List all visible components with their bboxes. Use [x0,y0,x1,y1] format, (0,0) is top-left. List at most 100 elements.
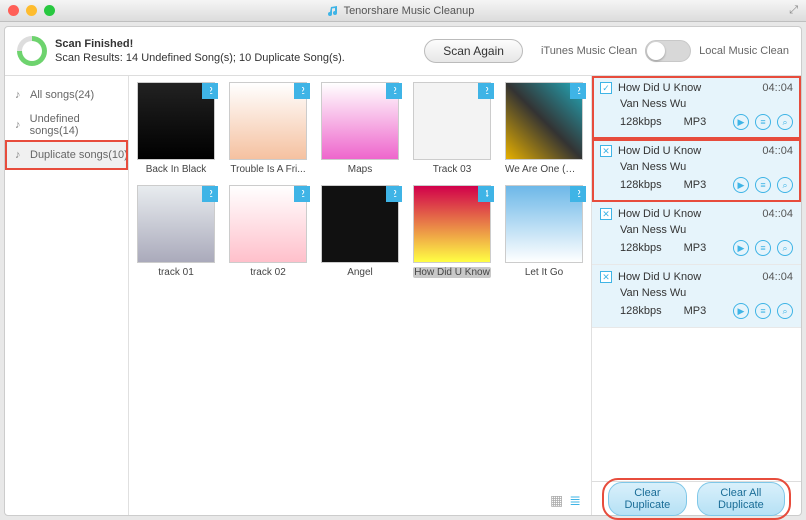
album-card[interactable]: 4 How Did U Know [413,185,491,278]
album-card[interactable]: 2 Angel [321,185,399,278]
dup-title: How Did U Know [618,271,756,283]
sidebar-item-undefined[interactable]: Undefined songs(14) [5,110,128,140]
dup-title: How Did U Know [618,208,756,220]
sidebar-item-label: Duplicate songs(10) [30,149,128,161]
search-icon[interactable]: ⌕ [777,303,793,319]
dup-duration: 04::04 [762,208,793,220]
play-icon[interactable]: ▶ [733,114,749,130]
dup-bitrate: 128kbps [620,242,662,254]
dup-artist: Van Ness Wu [620,287,686,299]
list-icon[interactable]: ≡ [755,303,771,319]
list-icon[interactable]: ≡ [755,240,771,256]
duplicate-count-badge: 2 [202,186,218,202]
duplicate-panel: ✓ How Did U Know 04::04 Van Ness Wu 128k… [591,76,801,515]
album-title: track 01 [137,267,215,278]
album-art: 2 [229,185,307,263]
album-title: track 02 [229,267,307,278]
search-icon[interactable]: ⌕ [777,240,793,256]
play-icon[interactable]: ▶ [733,240,749,256]
dup-bitrate: 128kbps [620,116,662,128]
sidebar-item-duplicate[interactable]: Duplicate songs(10) [5,140,128,170]
music-note-icon [15,89,25,101]
album-art: 2 [321,185,399,263]
top-zone: Scan Finished! Scan Results: 14 Undefine… [5,27,801,75]
view-mode-switch[interactable]: ▦ ≣ [550,492,581,509]
list-icon[interactable]: ≡ [755,177,771,193]
clear-all-duplicate-button[interactable]: Clear All Duplicate [697,482,785,516]
album-title: Let It Go [505,267,583,278]
dup-bitrate: 128kbps [620,179,662,191]
music-note-icon [15,119,25,131]
album-title: Track 03 [413,164,491,175]
music-note-icon [15,149,25,161]
album-card[interactable]: 2 Back In Black [137,82,215,175]
duplicate-count-badge: 2 [478,83,494,99]
titlebar: Tenorshare Music Cleanup ⤢ [0,0,806,22]
album-title: How Did U Know [413,267,491,278]
duplicate-item[interactable]: ✕ How Did U Know 04::04 Van Ness Wu 128k… [592,265,801,328]
app-title: Tenorshare Music Cleanup [344,5,475,17]
duplicate-count-badge: 2 [202,83,218,99]
album-art: 4 [413,185,491,263]
dup-format: MP3 [684,179,707,191]
mode-label-itunes: iTunes Music Clean [541,45,637,57]
album-card[interactable]: 2 track 02 [229,185,307,278]
checkbox-x-icon[interactable]: ✕ [600,271,612,283]
bottom-highlight: Clear Duplicate Clear All Duplicate [602,478,791,520]
play-icon[interactable]: ▶ [733,303,749,319]
mode-toggle[interactable] [645,40,691,62]
scan-status-icon [17,36,47,66]
dup-duration: 04::04 [762,271,793,283]
album-art: 2 [505,185,583,263]
duplicate-item[interactable]: ✕ How Did U Know 04::04 Van Ness Wu 128k… [592,202,801,265]
album-title: We Are One (Ol... [505,164,583,175]
album-art: 2 [137,82,215,160]
minimize-icon[interactable] [26,5,37,16]
sidebar-item-all[interactable]: All songs(24) [5,80,128,110]
grid-view-icon[interactable]: ▦ [550,492,563,509]
duplicate-count-badge: 2 [294,83,310,99]
sidebar-item-label: All songs(24) [30,89,94,101]
duplicate-count-badge: 2 [386,186,402,202]
album-card[interactable]: 2 We Are One (Ol... [505,82,583,175]
dup-artist: Van Ness Wu [620,161,686,173]
search-icon[interactable]: ⌕ [777,114,793,130]
titlebar-right: ⤢ [746,4,806,17]
album-art: 2 [413,82,491,160]
album-title: Maps [321,164,399,175]
scan-again-button[interactable]: Scan Again [424,39,523,63]
album-art: 2 [505,82,583,160]
duplicate-item[interactable]: ✓ How Did U Know 04::04 Van Ness Wu 128k… [592,76,801,139]
album-card[interactable]: 2 Let It Go [505,185,583,278]
album-card[interactable]: 2 Maps [321,82,399,175]
close-icon[interactable] [8,5,19,16]
window-controls [0,5,55,16]
play-icon[interactable]: ▶ [733,177,749,193]
album-art: 2 [229,82,307,160]
dup-bitrate: 128kbps [620,305,662,317]
album-card[interactable]: 2 Track 03 [413,82,491,175]
duplicate-count-badge: 2 [294,186,310,202]
list-icon[interactable]: ≡ [755,114,771,130]
album-card[interactable]: 2 Trouble Is A Fri... [229,82,307,175]
checkbox-x-icon[interactable]: ✕ [600,145,612,157]
dup-format: MP3 [684,116,707,128]
list-view-icon[interactable]: ≣ [569,492,581,509]
checkbox-checked-icon[interactable]: ✓ [600,82,612,94]
duplicate-count-badge: 2 [570,186,586,202]
scan-status-text: Scan Finished! Scan Results: 14 Undefine… [55,37,345,65]
checkbox-x-icon[interactable]: ✕ [600,208,612,220]
album-art: 2 [137,185,215,263]
duplicate-item[interactable]: ✕ How Did U Know 04::04 Van Ness Wu 128k… [592,139,801,202]
sidebar: All songs(24) Undefined songs(14) Duplic… [5,76,129,515]
search-icon[interactable]: ⌕ [777,177,793,193]
album-card[interactable]: 2 track 01 [137,185,215,278]
dup-artist: Van Ness Wu [620,98,686,110]
dup-duration: 04::04 [762,145,793,157]
clear-duplicate-button[interactable]: Clear Duplicate [608,482,687,516]
album-art: 2 [321,82,399,160]
zoom-icon[interactable] [44,5,55,16]
dup-format: MP3 [684,242,707,254]
duplicate-count-badge: 2 [570,83,586,99]
album-grid-area: 2 Back In Black 2 Trouble Is A Fri... 2 … [129,76,591,515]
